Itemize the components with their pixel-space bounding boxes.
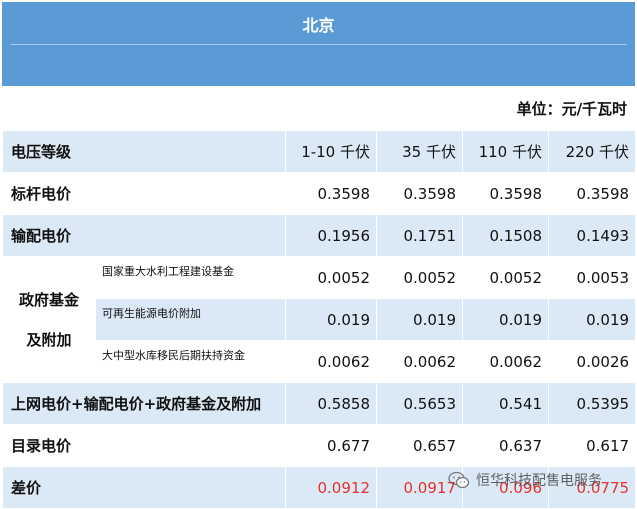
unit-label: 单位：元/千瓦时 <box>1 86 637 131</box>
cell-value: 0.0062 <box>462 340 549 383</box>
cell-value: 0.019 <box>462 298 549 341</box>
col-header-1-10kv: 1-10 千伏 <box>285 130 377 173</box>
cell-value: 0.3598 <box>547 172 637 215</box>
cell-value: 0.3598 <box>285 172 377 215</box>
gov-fund-row-2: 可再生能源电价附加 0.019 0.019 0.019 0.019 <box>3 298 637 341</box>
title-divider <box>10 44 627 45</box>
cell-value: 0.617 <box>547 424 637 467</box>
table-title: 北京 <box>302 16 335 35</box>
cell-value: 0.0026 <box>547 340 637 383</box>
cell-value: 0.019 <box>547 298 637 341</box>
gov-fund-item-label: 国家重大水利工程建设基金 <box>95 256 286 299</box>
cell-value: 0.677 <box>285 424 377 467</box>
watermark-text: 恒华科技配售电服务 <box>476 473 602 489</box>
cell-value: 0.1508 <box>462 214 549 257</box>
cell-value: 0.5395 <box>547 382 637 425</box>
diff-value: 0.0912 <box>285 466 377 509</box>
gov-fund-row-3: 大中型水库移民后期扶持资金 0.0062 0.0062 0.0062 0.002… <box>3 340 637 383</box>
benchmark-label: 标杆电价 <box>2 172 286 215</box>
catalog-row: 目录电价 0.677 0.657 0.637 0.617 <box>2 424 637 467</box>
electricity-price-table: 单位：元/千瓦时 电压等级 1-10 千伏 35 千伏 110 千伏 220 千… <box>1 86 637 509</box>
cell-value: 0.0052 <box>376 256 463 299</box>
diff-label: 差价 <box>2 466 286 509</box>
col-header-110kv: 110 千伏 <box>462 130 549 173</box>
gov-fund-item-label: 大中型水库移民后期扶持资金 <box>95 340 286 383</box>
col-header-220kv: 220 千伏 <box>547 130 637 173</box>
cell-value: 0.3598 <box>462 172 549 215</box>
gov-fund-label: 政府基金 及附加 <box>2 256 96 383</box>
unit-row: 单位：元/千瓦时 <box>1 86 637 131</box>
voltage-level-header: 电压等级 <box>2 130 286 173</box>
cell-value: 0.0062 <box>376 340 463 383</box>
wechat-icon <box>448 471 470 489</box>
gov-fund-row-1: 政府基金 及附加 国家重大水利工程建设基金 0.0052 0.0052 0.00… <box>2 256 637 383</box>
cell-value: 0.5858 <box>285 382 377 425</box>
cell-value: 0.0053 <box>547 256 637 299</box>
gov-fund-label-line1: 政府基金 <box>18 290 79 309</box>
cell-value: 0.1493 <box>547 214 637 257</box>
cell-value: 0.0052 <box>462 256 549 299</box>
cell-value: 0.0052 <box>285 256 377 299</box>
cell-value: 0.019 <box>376 298 463 341</box>
total-label: 上网电价+输配电价+政府基金及附加 <box>2 382 286 425</box>
col-header-35kv: 35 千伏 <box>376 130 463 173</box>
cell-value: 0.657 <box>376 424 463 467</box>
benchmark-row: 标杆电价 0.3598 0.3598 0.3598 0.3598 <box>2 172 637 215</box>
cell-value: 0.1751 <box>376 214 463 257</box>
gov-fund-label-line2: 及附加 <box>26 330 72 349</box>
catalog-label: 目录电价 <box>2 424 286 467</box>
transmission-label: 输配电价 <box>2 214 286 257</box>
cell-value: 0.019 <box>285 298 377 341</box>
total-row: 上网电价+输配电价+政府基金及附加 0.5858 0.5653 0.541 0.… <box>2 382 637 425</box>
cell-value: 0.541 <box>462 382 549 425</box>
price-table-frame: 北京 单位：元/千瓦时 电压等级 1-10 千伏 35 千伏 110 千伏 22… <box>1 2 637 509</box>
cell-value: 0.3598 <box>376 172 463 215</box>
header-row: 电压等级 1-10 千伏 35 千伏 110 千伏 220 千伏 <box>2 130 637 173</box>
cell-value: 0.0062 <box>285 340 377 383</box>
cell-value: 0.5653 <box>376 382 463 425</box>
title-band: 北京 <box>2 2 635 86</box>
watermark: 恒华科技配售电服务 <box>448 468 602 492</box>
transmission-row: 输配电价 0.1956 0.1751 0.1508 0.1493 <box>2 214 637 257</box>
gov-fund-item-label: 可再生能源电价附加 <box>95 298 286 341</box>
cell-value: 0.1956 <box>285 214 377 257</box>
cell-value: 0.637 <box>462 424 549 467</box>
